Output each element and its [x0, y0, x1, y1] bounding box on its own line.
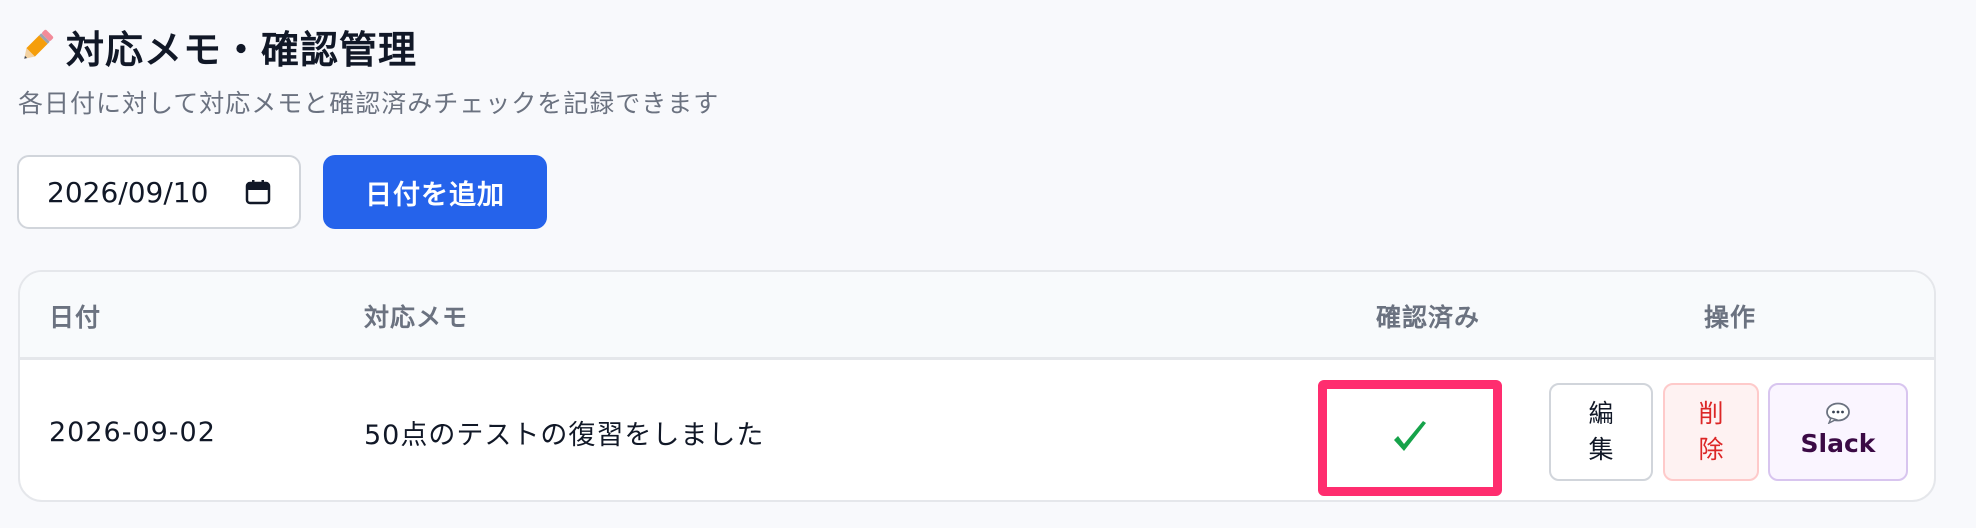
page-title: 対応メモ・確認管理	[66, 27, 418, 72]
delete-button-char: 除	[1698, 435, 1724, 464]
edit-button-char: 編	[1588, 399, 1614, 428]
memo-table: 日付 対応メモ 確認済み 操作 2026-09-02 50点のテストの復習をしま…	[18, 270, 1936, 502]
slack-button-label: Slack	[1800, 429, 1876, 458]
column-header-memo: 対応メモ	[364, 303, 469, 332]
add-date-button[interactable]: 日付を追加	[323, 155, 547, 229]
pencil-icon	[24, 29, 54, 59]
check-icon	[1394, 421, 1426, 451]
date-input[interactable]: 2026/09/10	[17, 155, 301, 229]
title-row: 対応メモ・確認管理	[16, 18, 417, 74]
row-date: 2026-09-02	[49, 416, 216, 448]
page: 対応メモ・確認管理 各日付に対して対応メモと確認済みチェックを記録できます 20…	[0, 0, 1976, 528]
speech-bubble-icon	[1826, 402, 1850, 424]
delete-button-char: 削	[1698, 399, 1724, 428]
edit-button[interactable]: 編 集	[1549, 383, 1653, 481]
row-memo: 50点のテストの復習をしました	[364, 419, 765, 451]
slack-button[interactable]: Slack	[1768, 383, 1908, 481]
date-input-value: 2026/09/10	[47, 175, 209, 209]
column-header-date: 日付	[49, 303, 102, 332]
column-header-actions: 操作	[1703, 303, 1756, 332]
edit-button-char: 集	[1588, 435, 1614, 464]
calendar-icon[interactable]	[245, 179, 271, 205]
confirmed-checkbox[interactable]	[1318, 380, 1502, 496]
column-header-confirmed: 確認済み	[1375, 303, 1480, 332]
table-header: 日付 対応メモ 確認済み 操作	[20, 272, 1934, 360]
delete-button[interactable]: 削 除	[1663, 383, 1759, 481]
page-subtitle: 各日付に対して対応メモと確認済みチェックを記録できます	[18, 89, 720, 118]
